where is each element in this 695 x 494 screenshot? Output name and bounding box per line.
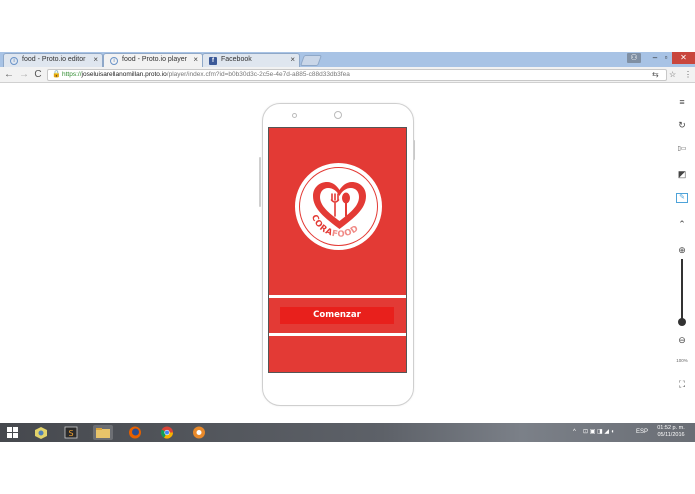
url-scheme: https:// (62, 71, 82, 78)
forward-button[interactable]: → (18, 68, 30, 82)
close-tab-icon[interactable]: × (290, 54, 295, 66)
heart-utensils-icon: CORAFOOD (309, 182, 366, 240)
lock-icon: 🔒 (52, 71, 61, 78)
chrome-icon[interactable] (159, 425, 175, 440)
tab-label: food - Proto.io editor (22, 56, 86, 63)
protoio-icon: i (10, 57, 18, 65)
close-window-button[interactable]: ✕ (672, 52, 695, 64)
contrast-icon[interactable]: ◩ (676, 168, 688, 180)
tab-proto-player[interactable]: i food - Proto.io player × (103, 53, 203, 67)
zoom-slider-track[interactable] (681, 259, 683, 325)
phone-speaker (292, 113, 297, 118)
zoom-level: 100% (676, 358, 688, 363)
divider-top (269, 295, 406, 298)
phone-side-button (259, 157, 261, 207)
phone-camera (334, 111, 342, 119)
browser-menu-icon[interactable]: ⋮ (684, 68, 692, 82)
translate-icon[interactable]: ⇆ (652, 68, 659, 82)
windows-taskbar: S ^ ⊡ ▣ ◨ ◢ ◖ ESP 01:52 p. m. 05/11/2016 (0, 423, 695, 442)
protoio-icon: i (110, 57, 118, 65)
clock-time: 01:52 p. m. (657, 425, 685, 431)
firefox-icon[interactable] (127, 425, 143, 440)
tab-facebook[interactable]: f Facebook × (202, 53, 300, 67)
fullscreen-icon[interactable]: ⛶ (676, 378, 688, 390)
menu-icon[interactable]: ≡ (676, 96, 688, 108)
new-tab-button[interactable] (299, 55, 323, 66)
app-screen: CORAFOOD Comenzar (268, 127, 407, 373)
corafood-logo: CORAFOOD (294, 162, 383, 251)
url-path: /player/index.cfm?id=b0b30d3c-2c5e-4e7d-… (166, 71, 350, 78)
back-button[interactable]: ← (3, 68, 15, 82)
close-tab-icon[interactable]: × (93, 54, 98, 66)
user-profile-icon[interactable]: ⚇ (627, 53, 641, 63)
address-bar[interactable]: 🔒 https://joseluisarellanomillan.proto.i… (47, 69, 667, 81)
divider-bottom (269, 333, 406, 336)
brand-word-food: FOOD (331, 224, 361, 240)
tab-label: food - Proto.io player (122, 56, 187, 63)
start-button[interactable]: Comenzar (280, 307, 394, 324)
facebook-icon: f (209, 57, 217, 65)
settings-gear-icon[interactable] (191, 425, 207, 440)
browser-tab-strip: i food - Proto.io editor × i food - Prot… (0, 52, 695, 67)
clock-date: 05/11/2016 (657, 432, 685, 438)
edit-icon[interactable]: ✎ (676, 193, 688, 203)
tray-icons[interactable]: ⊡ ▣ ◨ ◢ ◖ (583, 427, 614, 437)
screen-root: i food - Proto.io editor × i food - Prot… (0, 0, 695, 494)
star-icon[interactable]: ☆ (669, 68, 676, 82)
tab-label: Facebook (221, 56, 252, 63)
zoom-in-icon[interactable]: ⊕ (676, 244, 688, 256)
svg-text:S: S (68, 429, 73, 438)
tab-proto-editor[interactable]: i food - Proto.io editor × (3, 53, 103, 67)
zoom-out-icon[interactable]: ⊖ (676, 334, 688, 346)
url-host: joseluisarellanomillan.proto.io (81, 71, 167, 78)
close-tab-icon[interactable]: × (193, 54, 198, 66)
file-explorer-icon[interactable] (93, 425, 113, 440)
rotate-device-icon[interactable]: ▯▭ (676, 143, 688, 155)
windows-start-icon[interactable] (5, 425, 21, 440)
camera-app-icon[interactable] (33, 425, 49, 440)
maximize-button[interactable]: ▫ (660, 52, 672, 64)
taskbar-clock[interactable]: 01:52 p. m. 05/11/2016 (650, 425, 692, 439)
browser-toolbar: ← → C 🔒 https://joseluisarellanomillan.p… (0, 67, 695, 83)
signal-icon[interactable]: ⌃ (676, 218, 688, 230)
sublime-icon[interactable]: S (63, 425, 79, 440)
tray-chevron-icon[interactable]: ^ (573, 427, 576, 437)
refresh-icon[interactable]: ↻ (676, 119, 688, 131)
language-indicator[interactable]: ESP (636, 427, 648, 437)
zoom-slider-handle[interactable] (678, 317, 686, 326)
reload-button[interactable]: C (32, 68, 44, 82)
